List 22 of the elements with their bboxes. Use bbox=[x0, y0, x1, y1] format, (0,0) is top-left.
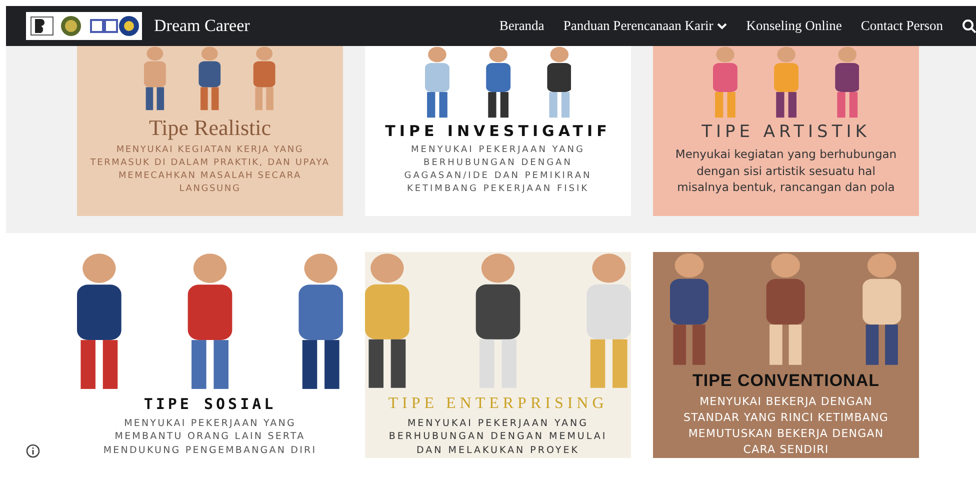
nav-link[interactable]: Beranda bbox=[499, 18, 544, 34]
logo[interactable] bbox=[26, 12, 142, 40]
search-icon[interactable] bbox=[962, 19, 976, 33]
card-title: TIPE INVESTIGATIF bbox=[385, 123, 611, 140]
info-icon[interactable] bbox=[26, 444, 40, 458]
chevron-down-icon bbox=[717, 22, 728, 30]
nav-link[interactable]: Contact Person bbox=[860, 18, 943, 34]
card-title: TIPE ENTERPRISING bbox=[388, 395, 608, 413]
card-title: TIPE CONVENTIONAL bbox=[692, 372, 880, 390]
card-description: MENYUKAI PEKERJAAN YANG MEMBANTU ORANG LAIN SERTA MENDUKUNG PENGEMBANGAN DIRI bbox=[103, 416, 317, 458]
card-description: MENYUKAI KEGIATAN KERJA YANG TERMASUK DI DALAM PRAKTIK, DAN UPAYA MEMECAHKAN MASALAH SECARA LANGSUNG bbox=[90, 144, 330, 196]
card-title: TIPE SOSIAL bbox=[144, 396, 276, 413]
card-title: Tipe Realistic bbox=[148, 116, 272, 140]
card-description: MENYUKAI PEKERJAAN YANG BERHUBUNGAN DENGAN GAGASAN/IDE DAN PEMIKIRAN KETIMBANG PEKERJAAN FISIK bbox=[404, 144, 592, 196]
card-description: Menyukai kegiatan yang berhubungan dengan sisi artistik sesuatu hal misalnya bentuk, rancangan dan pola bbox=[675, 146, 897, 196]
card-description: MENYUKAI PEKERJAAN YANG BERHUBUNGAN DENGAN MEMULAI DAN MELAKUKAN PROYEK bbox=[388, 416, 608, 458]
site-title[interactable]: Dream Career bbox=[154, 16, 250, 36]
nav-link[interactable]: Panduan Perencanaan Karir bbox=[563, 18, 728, 34]
card-description: MENYUKAI BEKERJA DENGAN STANDAR YANG RINCI KETIMBANG MEMUTUSKAN BEKERJA DENGAN CARA SENDIRI bbox=[684, 394, 888, 458]
card-title: TIPE ARTISTIK bbox=[702, 123, 870, 142]
nav-link[interactable]: Konseling Online bbox=[746, 18, 842, 34]
emblems-logo-icon bbox=[29, 14, 139, 38]
